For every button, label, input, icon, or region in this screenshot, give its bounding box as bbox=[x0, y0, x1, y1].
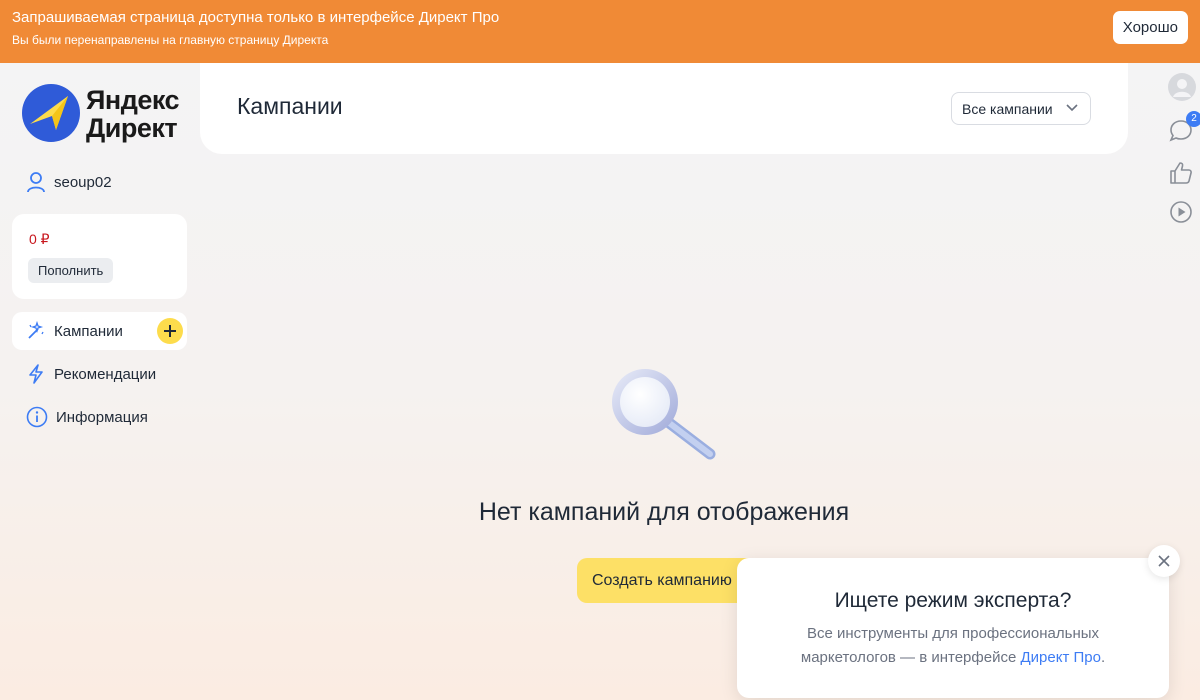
empty-state-title: Нет кампаний для отображения bbox=[478, 498, 850, 526]
logo-text: Яндекс Директ bbox=[86, 85, 180, 143]
user-account[interactable]: seoup02 bbox=[26, 171, 112, 193]
notification-bar: Запрашиваемая страница доступна только в… bbox=[0, 0, 1200, 63]
direct-pro-link[interactable]: Директ Про bbox=[1020, 649, 1100, 666]
popup-text-end: . bbox=[1100, 649, 1106, 666]
topup-button[interactable]: Пополнить bbox=[28, 258, 114, 283]
avatar-icon bbox=[1168, 73, 1196, 101]
chevron-down-icon bbox=[1066, 104, 1078, 112]
magic-wand-icon bbox=[28, 321, 44, 339]
logo-icon bbox=[22, 84, 80, 142]
user-name: seoup02 bbox=[54, 173, 112, 191]
magnifier-illustration bbox=[598, 362, 728, 467]
expert-mode-popup: Ищете режим эксперта? Все инструменты дл… bbox=[737, 558, 1169, 698]
add-campaign-button[interactable] bbox=[157, 318, 183, 344]
chat-button[interactable]: 2 bbox=[1168, 111, 1200, 146]
notification-title: Запрашиваемая страница доступна только в… bbox=[12, 9, 500, 26]
play-icon bbox=[1170, 201, 1192, 223]
nav-item-campaigns[interactable]: Кампании bbox=[12, 312, 187, 350]
info-icon bbox=[26, 406, 48, 428]
balance-card: 0 ₽ Пополнить bbox=[12, 214, 187, 299]
video-tutorial-button[interactable] bbox=[1168, 199, 1196, 227]
profile-avatar[interactable] bbox=[1168, 73, 1196, 101]
nav-item-info[interactable]: Информация bbox=[12, 398, 187, 436]
nav-label-campaigns: Кампании bbox=[54, 322, 123, 340]
lightning-icon bbox=[29, 364, 43, 384]
yandex-direct-logo[interactable]: Яндекс Директ bbox=[22, 84, 192, 146]
balance-amount: 0 ₽ bbox=[29, 231, 50, 247]
nav-label-recommendations: Рекомендации bbox=[54, 365, 157, 383]
page-title: Кампании bbox=[237, 93, 343, 119]
plus-icon bbox=[164, 325, 176, 337]
user-icon bbox=[27, 172, 45, 193]
magnifier-icon bbox=[612, 369, 716, 460]
campaign-filter-value: Все кампании bbox=[962, 100, 1053, 117]
feedback-button[interactable] bbox=[1168, 160, 1196, 188]
create-campaign-button[interactable]: Создать кампанию bbox=[577, 558, 757, 603]
nav-label-info: Информация bbox=[56, 408, 148, 426]
popup-body: Все инструменты для профессиональных мар… bbox=[767, 622, 1139, 670]
popup-title: Ищете режим эксперта? bbox=[834, 589, 1072, 612]
close-icon bbox=[1158, 555, 1170, 567]
popup-close-button[interactable] bbox=[1148, 545, 1180, 577]
ok-button[interactable]: Хорошо bbox=[1112, 11, 1188, 44]
thumbs-up-icon bbox=[1170, 162, 1192, 184]
chat-badge: 2 bbox=[1186, 111, 1200, 127]
nav-item-recommendations[interactable]: Рекомендации bbox=[12, 355, 187, 393]
campaign-filter-select[interactable]: Все кампании bbox=[951, 92, 1091, 125]
page-header: Кампании Все кампании bbox=[200, 63, 1128, 154]
notification-subtitle: Вы были перенаправлены на главную страни… bbox=[12, 33, 329, 47]
